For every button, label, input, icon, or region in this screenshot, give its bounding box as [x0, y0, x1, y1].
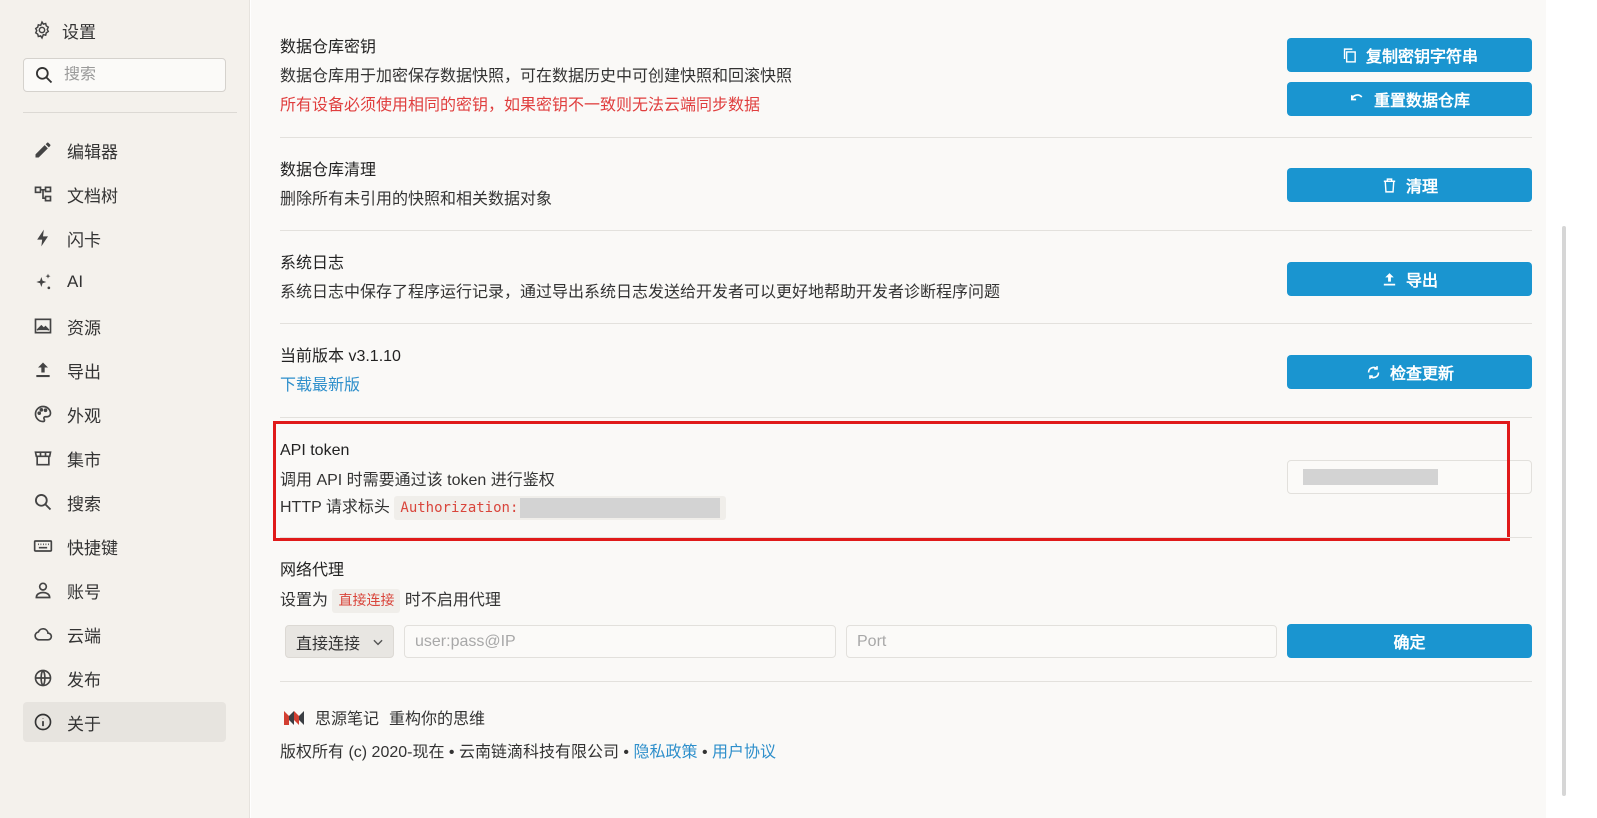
app-brand: 思源笔记 重构你的思维	[283, 705, 485, 729]
divider	[280, 681, 1532, 682]
divider	[280, 230, 1532, 231]
siyuan-logo-icon	[284, 711, 304, 725]
sidebar-item-assets[interactable]: 资源	[23, 306, 226, 346]
proxy-desc-suffix: 时不启用代理	[404, 592, 501, 610]
refresh-icon	[1367, 365, 1380, 379]
divider	[280, 537, 1532, 538]
proxy-title: 网络代理	[280, 562, 345, 579]
sidebar-item-flashcard[interactable]: 闪卡	[23, 218, 226, 258]
export-log-button-label: 导出	[1405, 273, 1438, 290]
proxy-host-input[interactable]	[404, 625, 836, 658]
sidebar-item-appearance[interactable]: 外观	[23, 394, 226, 434]
chevron-down-icon	[373, 639, 383, 645]
sidebar-item-account[interactable]: 账号	[23, 570, 226, 610]
divider	[280, 137, 1532, 138]
sidebar-item-label: 资源	[67, 318, 101, 338]
proxy-type-value: 直接连接	[296, 635, 361, 653]
settings-content	[251, 0, 1546, 818]
trash-icon	[1383, 177, 1396, 193]
sidebar-item-label: 集市	[67, 450, 101, 470]
lightning-icon	[37, 229, 48, 247]
copy-key-button[interactable]: 复制密钥字符串	[1287, 38, 1532, 72]
search-icon	[36, 67, 53, 84]
divider	[280, 417, 1532, 418]
store-icon	[34, 451, 52, 466]
purge-button-label: 清理	[1405, 179, 1438, 196]
sparkle-icon	[36, 273, 51, 290]
reset-repo-button[interactable]: 重置数据仓库	[1287, 82, 1532, 116]
image-icon	[34, 318, 52, 334]
proxy-direct-chip: 直接连接	[332, 589, 401, 613]
highlight-box	[273, 421, 1510, 541]
footer-separator: •	[701, 744, 708, 761]
sidebar-item-search[interactable]: 搜索	[23, 482, 226, 522]
reset-repo-button-label: 重置数据仓库	[1373, 93, 1470, 110]
sidebar-item-ai[interactable]: AI	[23, 262, 226, 302]
export-log-button[interactable]: 导出	[1287, 262, 1532, 296]
sidebar-item-label: 导出	[67, 362, 101, 382]
cloud-icon	[34, 628, 53, 641]
sidebar-item-bazaar[interactable]: 集市	[23, 438, 226, 478]
sidebar-divider	[23, 112, 237, 113]
search-icon	[35, 494, 52, 511]
sidebar-item-publish[interactable]: 发布	[23, 658, 226, 698]
sidebar-item-label: 账号	[67, 582, 101, 602]
tree-icon	[34, 186, 52, 202]
sidebar-item-label: 编辑器	[67, 142, 118, 162]
sidebar-item-label: 快捷键	[67, 538, 118, 558]
proxy-port-input[interactable]	[846, 625, 1277, 658]
scrollbar-thumb[interactable]	[1562, 226, 1566, 796]
copy-icon	[1343, 47, 1356, 63]
divider	[280, 323, 1532, 324]
sidebar-nav: 编辑器 文档树 闪卡 AI 资源 导出 外观 集市 搜索 快捷键 账号 云端 发…	[23, 130, 226, 746]
check-update-button[interactable]: 检查更新	[1287, 355, 1532, 389]
pencil-icon	[35, 142, 51, 158]
sidebar-item-cloud[interactable]: 云端	[23, 614, 226, 654]
user-icon	[35, 582, 51, 599]
upload-icon	[1383, 272, 1396, 286]
undo-icon	[1350, 93, 1363, 100]
sidebar-item-label: 云端	[67, 626, 101, 646]
privacy-policy-link[interactable]: 隐私政策	[633, 744, 697, 761]
keyboard-icon	[33, 540, 53, 552]
sidebar-item-label: 外观	[67, 406, 101, 426]
app-slogan: 重构你的思维	[389, 711, 486, 728]
proxy-desc: 设置为 直接连接 时不启用代理	[280, 589, 1532, 613]
proxy-type-select[interactable]: 直接连接	[285, 625, 394, 658]
settings-sidebar: 设置 编辑器 文档树 闪卡 AI 资源 导出	[0, 0, 250, 818]
palette-icon	[34, 405, 52, 423]
app-name: 思源笔记	[315, 711, 380, 728]
sidebar-search-input[interactable]	[64, 66, 204, 84]
proxy-confirm-button[interactable]: 确定	[1287, 624, 1532, 658]
sidebar-item-keymap[interactable]: 快捷键	[23, 526, 226, 566]
sidebar-item-label: 发布	[67, 670, 101, 690]
sidebar-search-box[interactable]	[23, 58, 226, 92]
check-update-button-label: 检查更新	[1389, 366, 1454, 383]
globe-icon	[34, 669, 52, 687]
gear-icon	[34, 20, 50, 40]
purge-button[interactable]: 清理	[1287, 168, 1532, 202]
info-icon	[34, 713, 52, 731]
sidebar-item-label: 文档树	[67, 186, 118, 206]
copyright-text: 版权所有 (c) 2020-现在 • 云南链滴科技有限公司 •	[280, 744, 630, 761]
proxy-confirm-button-label: 确定	[1393, 635, 1426, 652]
sidebar-item-label: AI	[67, 272, 84, 291]
sidebar-item-about[interactable]: 关于	[23, 702, 226, 742]
upload-icon	[36, 362, 50, 378]
proxy-section: 网络代理 设置为 直接连接 时不启用代理	[280, 560, 1532, 613]
scrollbar-track[interactable]	[1546, 0, 1597, 818]
copyright-line: 版权所有 (c) 2020-现在 • 云南链滴科技有限公司 • 隐私政策 • 用…	[280, 742, 776, 764]
settings-title: 设置	[32, 16, 96, 44]
sidebar-item-label: 搜索	[67, 494, 101, 514]
user-agreement-link[interactable]: 用户协议	[712, 744, 776, 761]
sidebar-item-label: 闪卡	[67, 230, 101, 250]
proxy-desc-prefix: 设置为	[280, 592, 329, 610]
copy-key-button-label: 复制密钥字符串	[1365, 49, 1478, 66]
sidebar-item-editor[interactable]: 编辑器	[23, 130, 226, 170]
settings-title-label: 设置	[62, 22, 96, 42]
sidebar-item-label: 关于	[67, 714, 101, 734]
sidebar-item-export[interactable]: 导出	[23, 350, 226, 390]
sidebar-item-doc-tree[interactable]: 文档树	[23, 174, 226, 214]
